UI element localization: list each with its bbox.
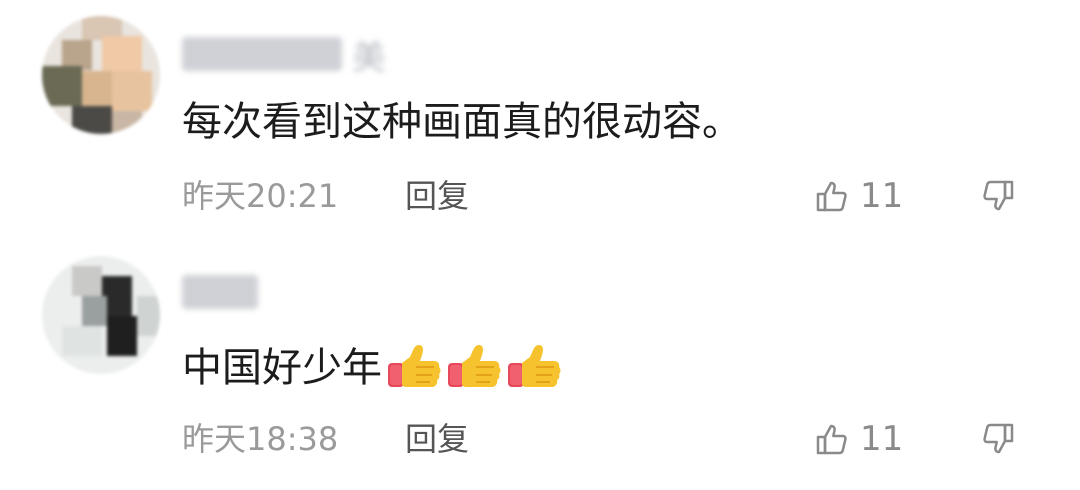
reply-button[interactable]: 回复 (405, 419, 469, 459)
dislike-button[interactable] (978, 419, 1018, 459)
thumbs-down-icon (983, 180, 1014, 211)
like-count: 11 (860, 419, 904, 459)
emoji-group (386, 345, 566, 391)
like-button[interactable]: 11 (814, 419, 903, 459)
thumbs-up-emoji-icon (448, 345, 501, 387)
thumbs-up-emoji-icon (388, 345, 441, 387)
username-blurred[interactable] (182, 272, 264, 312)
comment-text-content: 每次看到这种画面真的很动容。 (182, 99, 742, 145)
thumbs-up-icon (816, 424, 847, 455)
reply-button[interactable]: 回复 (405, 176, 469, 216)
comment-time: 昨天18:38 (182, 420, 339, 458)
comment-text-content: 中国好少年 (182, 345, 382, 391)
comment-time: 昨天20:21 (182, 177, 339, 215)
avatar[interactable] (42, 16, 160, 134)
avatar[interactable] (42, 256, 160, 374)
username-visible-char: 美 (352, 37, 386, 78)
like-count: 11 (860, 176, 904, 216)
dislike-button[interactable] (978, 176, 1018, 216)
username-blurred[interactable]: 美 (182, 34, 386, 78)
comment-text: 每次看到这种画面真的很动容。 (182, 94, 742, 150)
thumbs-up-icon (816, 181, 847, 212)
thumbs-down-icon (983, 423, 1014, 454)
thumbs-up-emoji-icon (508, 345, 561, 387)
comment-text: 中国好少年 (182, 340, 566, 396)
like-button[interactable]: 11 (814, 176, 903, 216)
